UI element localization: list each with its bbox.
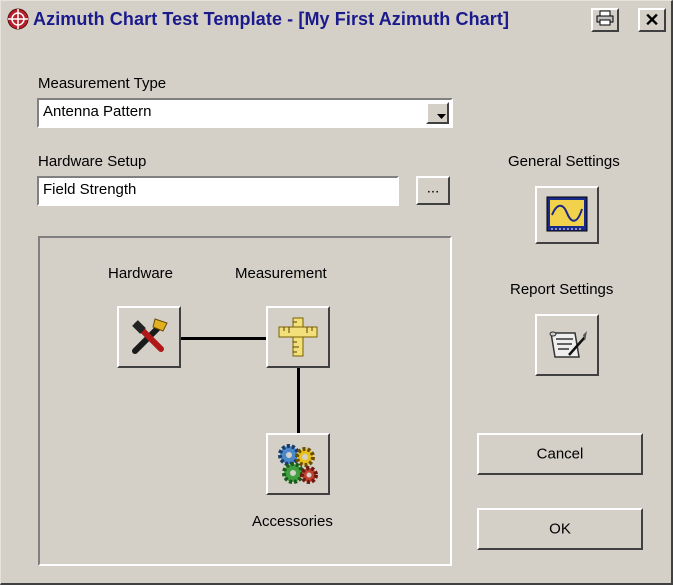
print-button[interactable] (591, 8, 619, 32)
ok-button-label: OK (549, 520, 571, 538)
measurement-type-select[interactable]: Antenna Pattern (37, 98, 453, 128)
printer-icon (596, 10, 614, 31)
workflow-panel: Hardware Measurement Accessories (38, 236, 452, 566)
general-settings-label: General Settings (508, 153, 620, 170)
dropdown-button[interactable] (426, 102, 449, 124)
hardware-button[interactable] (117, 306, 181, 368)
close-button[interactable]: ✕ (638, 8, 666, 32)
title-bar[interactable]: Azimuth Chart Test Template - [My First … (5, 5, 668, 35)
measurement-type-label: Measurement Type (38, 75, 167, 92)
globe-icon (7, 8, 29, 30)
report-settings-button[interactable] (535, 314, 599, 376)
browse-button-label: ... (426, 179, 440, 197)
measurement-button[interactable] (266, 306, 330, 368)
measurement-accessories-connector (297, 367, 300, 434)
accessories-label: Accessories (252, 513, 333, 530)
measurement-type-value: Antenna Pattern (43, 103, 152, 120)
hardware-setup-value: Field Strength (43, 181, 137, 198)
cancel-button-label: Cancel (536, 445, 584, 463)
measurement-label: Measurement (235, 265, 327, 282)
hardware-label: Hardware (108, 265, 174, 282)
hardware-measurement-connector (181, 337, 269, 340)
general-settings-button[interactable] (535, 186, 599, 244)
browse-button[interactable]: ... (416, 176, 450, 205)
dialog-window: Azimuth Chart Test Template - [My First … (0, 0, 673, 585)
hardware-setup-label: Hardware Setup (38, 153, 147, 170)
report-settings-label: Report Settings (510, 281, 614, 298)
hardware-setup-field[interactable]: Field Strength (37, 176, 399, 206)
window-title: Azimuth Chart Test Template - [My First … (33, 9, 510, 29)
accessories-button[interactable] (266, 433, 330, 495)
cancel-button[interactable]: Cancel (477, 433, 643, 475)
close-icon: ✕ (644, 9, 660, 30)
ok-button[interactable]: OK (477, 508, 643, 550)
